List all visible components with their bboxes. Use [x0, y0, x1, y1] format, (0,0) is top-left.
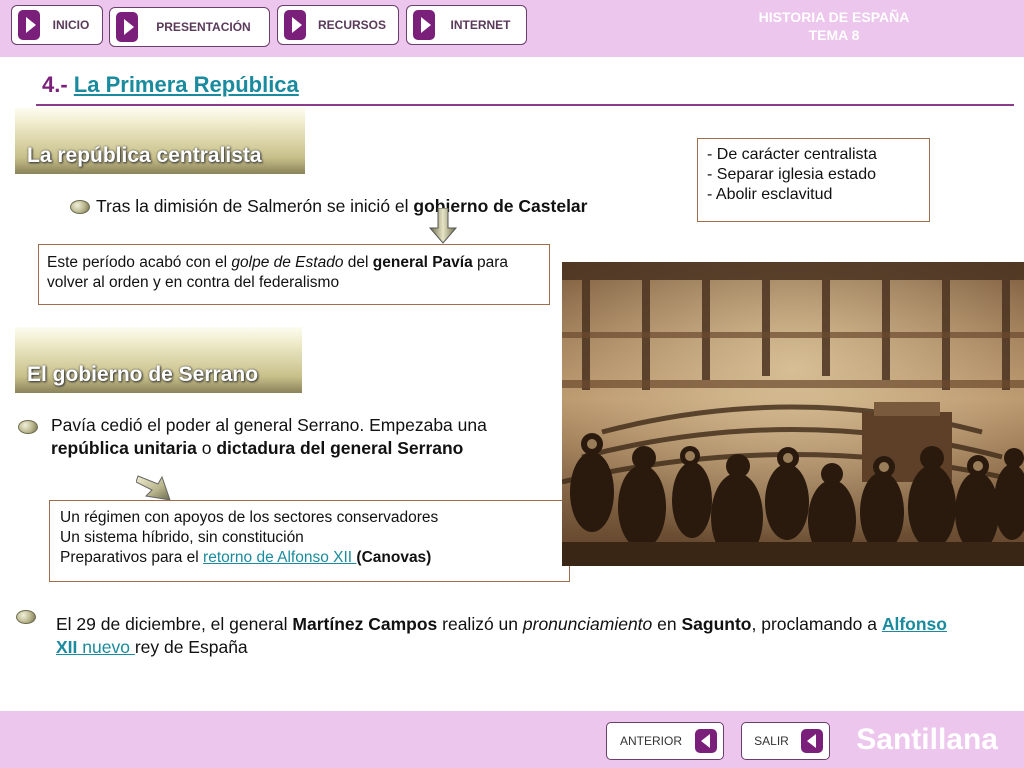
title-divider	[36, 104, 1014, 106]
serrano-text-plain: Pavía cedió el poder al general Serrano.…	[51, 415, 487, 435]
serrano-text-plain: o	[196, 438, 217, 458]
play-icon	[284, 10, 306, 40]
nav-label: INICIO	[52, 18, 90, 32]
pavia-text-italic: golpe de Estado	[231, 254, 344, 271]
regime-line: Preparativos para el retorno de Alfonso …	[60, 548, 559, 568]
exit-button[interactable]: SALIR	[741, 722, 830, 760]
final-text: , proclamando a	[751, 614, 882, 634]
bullet-icon	[16, 610, 36, 624]
play-icon	[413, 10, 435, 40]
back-arrow-icon	[801, 729, 823, 753]
section-heading: La república centralista	[27, 144, 262, 167]
final-text-bold: Sagunto	[681, 614, 752, 634]
nav-label: PRESENTACIÓN	[156, 20, 251, 34]
serrano-text-bold: república unitaria	[51, 438, 197, 458]
santillana-logo: Santillana	[856, 723, 998, 756]
nav-button-presentacion[interactable]: PRESENTACIÓN	[109, 7, 270, 47]
castelar-text-plain: Tras la dimisión de Salmerón se inició e…	[96, 196, 414, 216]
final-text: rey de España	[134, 637, 248, 657]
final-text: El 29 de diciembre, el general	[56, 614, 293, 634]
back-arrow-icon	[695, 729, 717, 753]
title-number: 4.-	[42, 72, 74, 97]
final-text: realizó un	[437, 614, 523, 634]
final-text: en	[652, 614, 682, 634]
course-title: HISTORIA DE ESPAÑA	[758, 9, 910, 25]
course-label: HISTORIA DE ESPAÑA TEMA 8	[744, 8, 924, 44]
castelar-text: Tras la dimisión de Salmerón se inició e…	[96, 195, 587, 218]
pavia-text-bold: general Pavía	[372, 254, 473, 271]
features-box: - De carácter centralista - Separar igle…	[697, 138, 930, 222]
parliament-illustration	[562, 262, 1024, 566]
nav-button-recursos[interactable]: RECURSOS	[277, 5, 399, 45]
bullet-icon	[18, 420, 38, 434]
regime-line: Un sistema híbrido, sin constitución	[60, 529, 304, 546]
section-banner-serrano: El gobierno de Serrano	[15, 327, 302, 393]
feature-item: - Abolir esclavitud	[707, 186, 833, 203]
nuevo-link[interactable]: nuevo	[77, 637, 134, 657]
section-heading: El gobierno de Serrano	[27, 363, 259, 386]
retorno-alfonso-link[interactable]: retorno de Alfonso XII	[203, 549, 356, 566]
previous-button[interactable]: ANTERIOR	[606, 722, 724, 760]
regime-box: Un régimen con apoyos de los sectores co…	[49, 500, 570, 582]
page-title: 4.- La Primera República	[42, 72, 299, 98]
serrano-text-bold: dictadura del general Serrano	[216, 438, 464, 458]
regime-line: Un régimen con apoyos de los sectores co…	[60, 509, 439, 526]
final-text-italic: pronunciamiento	[522, 614, 653, 634]
nav-button-inicio[interactable]: INICIO	[11, 5, 103, 45]
serrano-text: Pavía cedió el poder al general Serrano.…	[51, 414, 549, 460]
previous-label: ANTERIOR	[619, 734, 682, 748]
bottom-navigation-bar: ANTERIOR SALIR Santillana	[0, 711, 1024, 768]
play-icon	[18, 10, 40, 40]
final-text-bold: Martínez Campos	[292, 614, 438, 634]
nav-label: INTERNET	[450, 18, 511, 32]
nav-label: RECURSOS	[317, 18, 386, 32]
pavia-text: del	[343, 254, 373, 271]
section-banner-centralista: La república centralista	[15, 108, 305, 174]
regime-text: Preparativos para el	[60, 549, 204, 566]
feature-item: - Separar iglesia estado	[707, 166, 876, 183]
course-unit: TEMA 8	[808, 27, 860, 43]
down-arrow-icon	[428, 208, 458, 244]
canovas-text: (Canovas)	[356, 549, 432, 566]
pavia-text: Este período acabó con el	[47, 254, 232, 271]
exit-label: SALIR	[754, 734, 789, 748]
title-link[interactable]: La Primera República	[74, 72, 299, 97]
nav-button-internet[interactable]: INTERNET	[406, 5, 527, 45]
pavia-box: Este período acabó con el golpe de Estad…	[38, 244, 550, 305]
top-navigation-bar: INICIO PRESENTACIÓN RECURSOS INTERNET HI…	[0, 0, 1024, 57]
martinez-campos-text: El 29 de diciembre, el general Martínez …	[56, 613, 956, 659]
play-icon	[116, 12, 138, 42]
bullet-icon	[70, 200, 90, 214]
feature-item: - De carácter centralista	[707, 146, 877, 163]
